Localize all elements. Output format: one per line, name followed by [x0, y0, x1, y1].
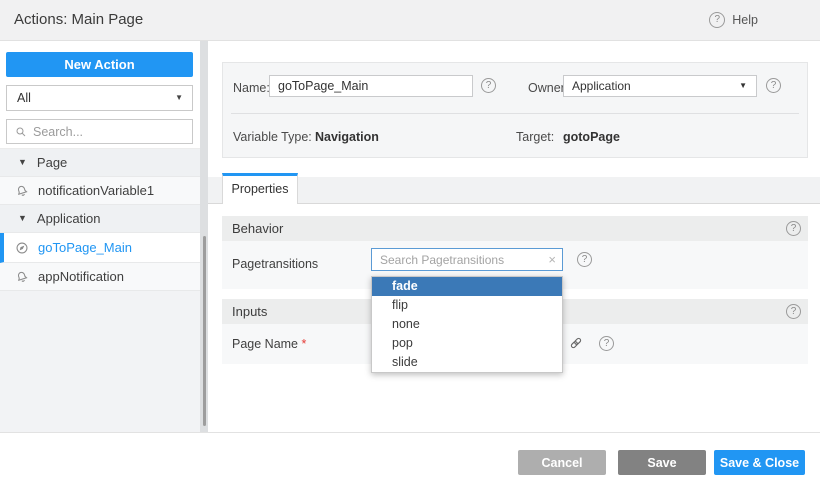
tab-rail	[208, 177, 820, 204]
tree-item-appnotification[interactable]: appNotification	[0, 263, 200, 291]
page-name-label: Page Name *	[232, 337, 306, 351]
tree-group-page[interactable]: ▼ Page	[0, 149, 200, 177]
inputs-title: Inputs	[232, 304, 267, 319]
dropdown-option-none[interactable]: none	[372, 315, 562, 334]
behavior-help-icon[interactable]: ?	[786, 221, 801, 236]
new-action-button[interactable]: New Action	[6, 52, 193, 77]
tree-item-notificationvariable1[interactable]: notificationVariable1	[0, 177, 200, 205]
owner-select-value: Application	[572, 79, 631, 93]
tree-item-gotopage-main[interactable]: goToPage_Main	[0, 233, 200, 263]
navigate-icon	[15, 241, 29, 255]
variable-type-value: Navigation	[315, 127, 379, 147]
dropdown-option-flip[interactable]: flip	[372, 296, 562, 315]
pagetransitions-help-icon[interactable]: ?	[577, 252, 592, 267]
sidebar-search-input[interactable]	[33, 125, 173, 139]
pagetransitions-label: Pagetransitions	[232, 257, 318, 271]
chevron-down-icon: ▼	[739, 76, 747, 96]
main-content: Name: * ? Owner: * Application ▼ ? Varia…	[208, 41, 820, 432]
pagetransitions-search-input[interactable]	[372, 253, 542, 267]
help-icon: ?	[709, 12, 725, 28]
behavior-section-header: Behavior ?	[222, 216, 808, 241]
target-label: Target:	[516, 127, 554, 147]
owner-select[interactable]: Application ▼	[563, 75, 757, 97]
name-help-icon[interactable]: ?	[481, 78, 496, 93]
pagetransitions-dropdown: fade flip none pop slide	[371, 276, 563, 373]
page-title: Actions: Main Page	[14, 0, 143, 40]
sidebar: New Action All ▼ ▼ Page	[0, 41, 200, 432]
save-button[interactable]: Save	[618, 450, 706, 475]
actions-editor-window: Actions: Main Page ? Help New Action All…	[0, 0, 820, 488]
action-summary-panel: Name: * ? Owner: * Application ▼ ? Varia…	[222, 62, 808, 158]
clear-icon[interactable]: ×	[542, 252, 562, 267]
filter-dropdown-value: All	[17, 91, 31, 105]
page-name-help-icon[interactable]: ?	[599, 336, 614, 351]
help-link[interactable]: ? Help	[709, 12, 758, 28]
header-bar: Actions: Main Page ? Help	[0, 0, 820, 41]
bell-icon	[15, 184, 29, 198]
tree-item-label: appNotification	[38, 263, 124, 290]
inputs-help-icon[interactable]: ?	[786, 304, 801, 319]
caret-down-icon: ▼	[18, 149, 27, 176]
footer-bar: Cancel Save Save & Close	[0, 432, 820, 488]
tab-properties[interactable]: Properties	[222, 173, 298, 204]
sidebar-empty-area	[0, 291, 200, 432]
owner-help-icon[interactable]: ?	[766, 78, 781, 93]
tree-group-label: Page	[37, 149, 67, 176]
chevron-down-icon: ▼	[175, 86, 183, 110]
caret-down-icon: ▼	[18, 205, 27, 232]
tree-item-label: notificationVariable1	[38, 177, 154, 204]
behavior-title: Behavior	[232, 221, 283, 236]
filter-dropdown[interactable]: All ▼	[6, 85, 193, 111]
tab-strip: Properties	[208, 173, 820, 204]
sidebar-scrollbar[interactable]	[203, 236, 206, 426]
tree-group-label: Application	[37, 205, 101, 232]
link-icon[interactable]	[568, 335, 584, 351]
search-icon	[15, 126, 27, 138]
variable-type-label: Variable Type:	[233, 127, 312, 147]
help-label: Help	[732, 13, 758, 27]
save-and-close-button[interactable]: Save & Close	[714, 450, 805, 475]
pagetransitions-search[interactable]: ×	[371, 248, 563, 271]
target-value: gotoPage	[563, 127, 620, 147]
name-field[interactable]	[269, 75, 473, 97]
panel-divider	[231, 113, 799, 114]
tree-group-application[interactable]: ▼ Application	[0, 205, 200, 233]
dropdown-option-slide[interactable]: slide	[372, 353, 562, 372]
cancel-button[interactable]: Cancel	[518, 450, 606, 475]
sidebar-search[interactable]	[6, 119, 193, 144]
actions-tree: ▼ Page notificationVariable1 ▼ Applicati…	[0, 148, 200, 291]
bell-icon	[15, 270, 29, 284]
dropdown-option-fade[interactable]: fade	[372, 277, 562, 296]
tree-item-label: goToPage_Main	[38, 234, 132, 261]
required-asterisk: *	[302, 337, 307, 351]
dropdown-option-pop[interactable]: pop	[372, 334, 562, 353]
